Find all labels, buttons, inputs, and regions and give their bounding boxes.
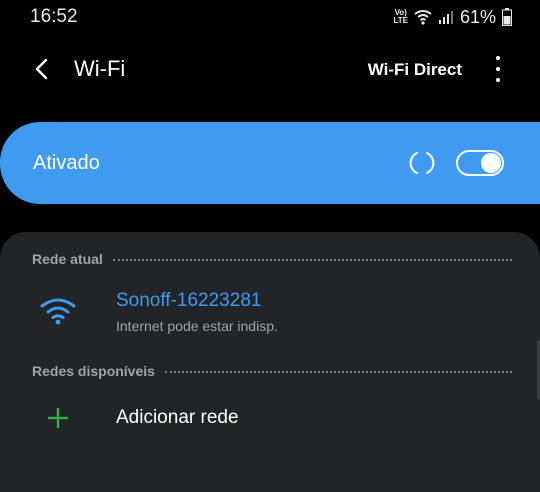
network-name: Sonoff-16223281	[116, 290, 262, 311]
current-network-row[interactable]: Sonoff-16223281 Internet pode estar indi…	[0, 286, 540, 338]
loading-spinner-icon	[409, 152, 435, 174]
back-arrow-icon	[35, 58, 48, 80]
more-vert-icon	[496, 56, 500, 60]
network-list-card: Rede atual Sonoff-16223281 Internet pode…	[0, 232, 540, 492]
add-network-button[interactable]: Adicionar rede	[0, 400, 540, 440]
app-bar: Wi-Fi Wi-Fi Direct	[0, 34, 540, 104]
wifi-toggle-label: Ativado	[33, 152, 100, 174]
back-button[interactable]	[26, 54, 56, 84]
add-network-label: Adicionar rede	[116, 407, 239, 428]
wifi-status-icon	[414, 10, 432, 25]
wifi-toggle-card[interactable]: Ativado	[0, 122, 540, 204]
available-networks-header: Redes disponíveis	[32, 363, 512, 379]
plus-icon	[48, 408, 68, 428]
status-time: 16:52	[30, 6, 78, 27]
signal-icon	[438, 11, 453, 24]
divider	[164, 371, 512, 373]
battery-percent: 61%	[459, 6, 496, 27]
network-status: Internet pode estar indisp.	[116, 318, 278, 334]
wifi-toggle-switch[interactable]	[456, 150, 504, 176]
volte-icon: Vo) LTE	[393, 8, 408, 25]
status-bar: 16:52 Vo) LTE 61%	[0, 0, 540, 34]
battery-icon	[502, 8, 512, 26]
page-title: Wi-Fi	[74, 56, 126, 81]
current-network-header: Rede atual	[32, 251, 512, 267]
status-icons: Vo) LTE 61%	[393, 6, 512, 28]
wifi-direct-button[interactable]: Wi-Fi Direct	[368, 60, 462, 80]
wifi-icon	[40, 298, 76, 325]
switch-knob	[481, 153, 501, 173]
divider	[112, 259, 512, 261]
more-options-button[interactable]	[486, 56, 510, 82]
